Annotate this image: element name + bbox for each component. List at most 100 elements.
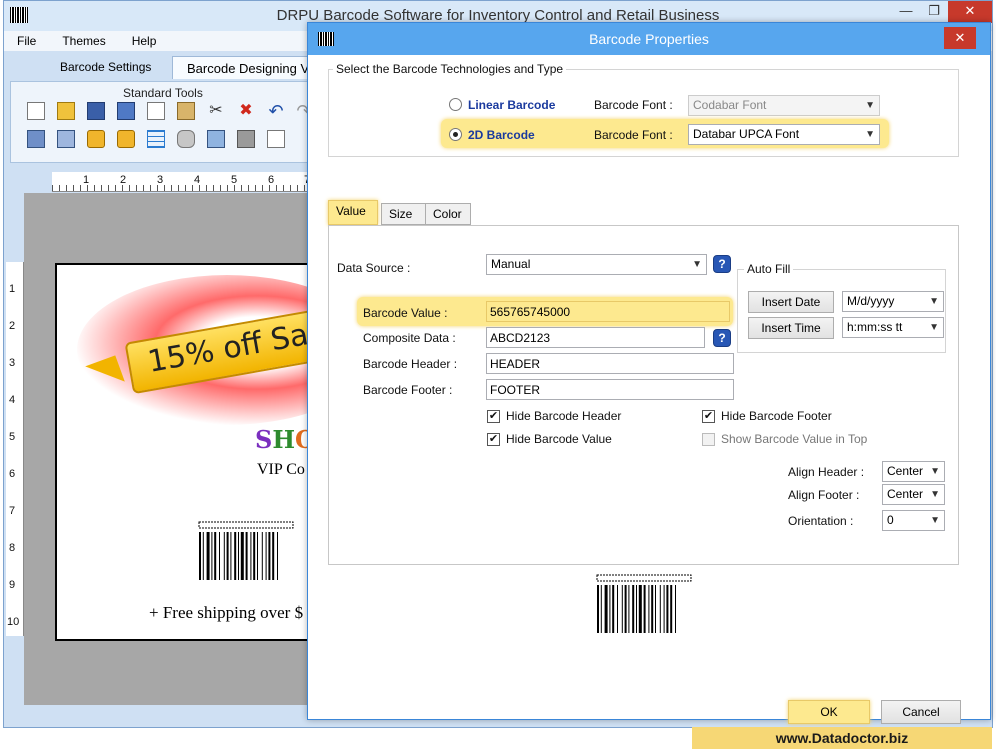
twod-font-value: Databar UPCA Font [693, 127, 800, 141]
bring-front-icon[interactable] [27, 130, 45, 148]
show-value-top-checkbox[interactable] [702, 433, 715, 446]
linear-barcode-label[interactable]: Linear Barcode [468, 98, 555, 112]
vertical-ruler: 1 2 3 4 5 6 7 8 9 10 [6, 262, 24, 636]
chevron-down-icon: ▼ [929, 296, 939, 307]
new-file-icon[interactable] [27, 102, 45, 120]
dialog-barcode-icon [318, 32, 334, 46]
cut-icon[interactable]: ✂ [207, 102, 225, 120]
orientation-value: 0 [887, 513, 894, 527]
tab-color[interactable]: Color [425, 203, 471, 225]
composite-help-icon[interactable]: ? [713, 329, 731, 347]
hide-header-checkbox[interactable]: ✔ [487, 410, 500, 423]
barcode-properties-dialog: Barcode Properties ✕ Select the Barcode … [307, 22, 991, 724]
close-icon[interactable]: ✕ [948, 1, 992, 23]
barcode-preview-image [596, 574, 692, 633]
ruler-v-label: 5 [9, 431, 16, 443]
chevron-down-icon: ▼ [865, 100, 875, 111]
time-format-select[interactable]: h:mm:ss tt ▼ [842, 317, 944, 338]
linear-font-select[interactable]: Codabar Font ▼ [688, 95, 880, 116]
composite-data-input[interactable] [486, 327, 705, 348]
website-banner: www.Datadoctor.biz [692, 727, 992, 749]
barcode-label-card[interactable]: 15% off Sale SHO VIP Co + Free shipping … [55, 263, 315, 641]
shop-text[interactable]: SHO [255, 425, 313, 454]
barcode-bars [596, 574, 692, 633]
hide-value-label[interactable]: Hide Barcode Value [506, 432, 612, 446]
delete-icon[interactable]: ✖ [237, 102, 255, 120]
ruler-v-label: 3 [9, 357, 16, 369]
data-source-label: Data Source : [337, 261, 411, 275]
auto-fill-group: Auto Fill Insert Date M/d/yyyy ▼ Insert … [737, 262, 946, 353]
restore-icon[interactable]: ❐ [920, 1, 948, 23]
align-header-value: Center [887, 464, 924, 478]
paste-icon[interactable] [177, 102, 195, 120]
database-icon[interactable] [177, 130, 195, 148]
align-footer-select[interactable]: Center ▼ [882, 484, 945, 505]
ruler-v-label: 1 [9, 283, 16, 295]
vip-text[interactable]: VIP Co [257, 461, 305, 479]
open-folder-icon[interactable] [57, 102, 75, 120]
menu-file[interactable]: File [4, 31, 49, 51]
linear-font-label: Barcode Font : [594, 98, 673, 112]
linear-barcode-radio[interactable] [449, 98, 462, 111]
image-icon[interactable] [207, 130, 225, 148]
insert-time-button[interactable]: Insert Time [748, 317, 834, 339]
tab-barcode-settings[interactable]: Barcode Settings [46, 56, 165, 79]
chevron-down-icon: ▼ [865, 129, 875, 140]
chevron-down-icon: ▼ [929, 322, 939, 333]
shop-letter: S [255, 425, 273, 454]
copy-icon[interactable] [147, 102, 165, 120]
ruler-v-label: 7 [9, 505, 16, 517]
dialog-title: Barcode Properties [589, 31, 709, 47]
menu-help[interactable]: Help [119, 31, 170, 51]
export-icon[interactable] [267, 130, 285, 148]
auto-fill-title: Auto Fill [744, 262, 794, 276]
dialog-close-icon[interactable]: ✕ [944, 27, 976, 49]
save-as-icon[interactable] [117, 102, 135, 120]
hide-header-label[interactable]: Hide Barcode Header [506, 409, 621, 423]
card-barcode-image[interactable] [197, 520, 297, 582]
lock-icon[interactable] [87, 130, 105, 148]
tab-size[interactable]: Size [381, 203, 427, 225]
insert-date-button[interactable]: Insert Date [748, 291, 834, 313]
barcode-header-input[interactable] [486, 353, 734, 374]
ruler-v-label: 6 [9, 468, 16, 480]
tech-group-title: Select the Barcode Technologies and Type [333, 62, 567, 76]
align-footer-label: Align Footer : [788, 488, 860, 502]
unlock-icon[interactable] [117, 130, 135, 148]
tab-value[interactable]: Value [328, 200, 378, 225]
chevron-down-icon: ▼ [930, 466, 940, 477]
print-icon[interactable] [237, 130, 255, 148]
orientation-select[interactable]: 0 ▼ [882, 510, 945, 531]
ruler-h-label: 5 [231, 174, 238, 186]
barcode-value-input[interactable] [486, 301, 730, 322]
undo-icon[interactable]: ↶ [267, 102, 285, 120]
free-shipping-text[interactable]: + Free shipping over $ [149, 603, 303, 623]
twod-barcode-radio[interactable] [449, 128, 462, 141]
data-source-value: Manual [491, 257, 531, 271]
grid-icon[interactable] [147, 130, 165, 148]
hide-value-checkbox[interactable]: ✔ [487, 433, 500, 446]
barcode-header-label: Barcode Header : [363, 357, 458, 371]
chevron-down-icon: ▼ [692, 259, 702, 270]
send-back-icon[interactable] [57, 130, 75, 148]
ruler-h-label: 6 [268, 174, 275, 186]
data-source-select[interactable]: Manual ▼ [486, 254, 707, 275]
show-value-top-label[interactable]: Show Barcode Value in Top [721, 432, 867, 446]
hide-footer-checkbox[interactable]: ✔ [702, 410, 715, 423]
minimize-icon[interactable]: — [892, 1, 920, 23]
save-icon[interactable] [87, 102, 105, 120]
data-source-help-icon[interactable]: ? [713, 255, 731, 273]
twod-barcode-label[interactable]: 2D Barcode [468, 128, 535, 142]
twod-font-select[interactable]: Databar UPCA Font ▼ [688, 124, 880, 145]
time-format-value: h:mm:ss tt [847, 320, 903, 334]
ruler-h-label: 4 [194, 174, 201, 186]
cancel-button[interactable]: Cancel [881, 700, 961, 724]
barcode-footer-input[interactable] [486, 379, 734, 400]
ruler-v-label: 10 [7, 616, 20, 628]
ok-button[interactable]: OK [788, 700, 870, 724]
hide-footer-label[interactable]: Hide Barcode Footer [721, 409, 832, 423]
date-format-select[interactable]: M/d/yyyy ▼ [842, 291, 944, 312]
menu-themes[interactable]: Themes [49, 31, 118, 51]
align-header-select[interactable]: Center ▼ [882, 461, 945, 482]
align-footer-value: Center [887, 487, 924, 501]
